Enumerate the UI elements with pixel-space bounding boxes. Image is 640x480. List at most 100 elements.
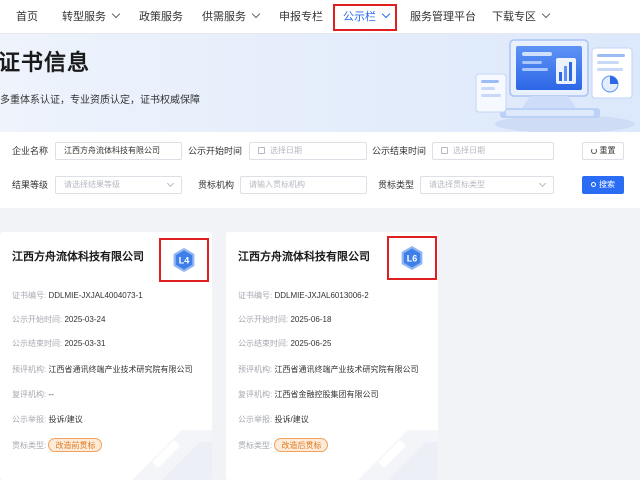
level-placeholder: 请选择结果等级 <box>64 180 120 189</box>
cert-no-label: 证书编号: <box>238 291 273 300</box>
nav-item-label: 转型服务 <box>62 11 106 23</box>
eval-row: 预评机构: 江西省通讯终端产业技术研究院有限公司 <box>12 364 192 375</box>
org-label: 贯标机构 <box>197 180 234 190</box>
calendar-icon <box>441 147 448 154</box>
start-row: 公示开始时间: 2025-03-24 <box>12 314 105 325</box>
search-button[interactable]: 搜索 <box>582 176 624 194</box>
reset-button[interactable]: 重置 <box>582 142 624 160</box>
end-value: 2025-06-25 <box>290 339 332 348</box>
nav-highlight-box <box>333 4 397 31</box>
start-value: 2025-03-24 <box>64 315 106 324</box>
level-badge-icon: L6 <box>401 246 423 270</box>
type-label: 贯标类型: <box>12 441 47 450</box>
end-row: 公示结束时间: 2025-06-25 <box>238 338 331 349</box>
nav-item-label: 服务管理平台 <box>410 11 476 23</box>
report-row: 公示举报: 投诉/建议 <box>12 414 83 425</box>
level-select[interactable]: 请选择结果等级 <box>55 176 182 194</box>
report-row: 公示举报: 投诉/建议 <box>238 414 309 425</box>
start-date-input[interactable]: 选择日期 <box>249 142 367 160</box>
reset-label: 重置 <box>599 146 616 155</box>
cert-no-label: 证书编号: <box>12 291 47 300</box>
end-date-label: 公示结束时间 <box>371 146 426 156</box>
chevron-down-icon <box>251 9 261 19</box>
search-icon <box>591 182 596 187</box>
type-label: 贯标类型: <box>238 441 273 450</box>
end-date-input[interactable]: 选择日期 <box>432 142 554 160</box>
nav-item-service-platform[interactable]: 服务管理平台 <box>410 0 476 34</box>
report-link[interactable]: 投诉/建议 <box>274 415 308 424</box>
type-placeholder: 请选择贯标类型 <box>429 180 485 189</box>
eval-label: 预评机构: <box>238 365 273 374</box>
search-label: 搜索 <box>599 180 615 189</box>
top-nav: 首页 转型服务 政策服务 供需服务 申报专栏 公示栏 服务管理平台 下载专区 <box>0 0 640 34</box>
certificate-card[interactable]: 江西方舟流体科技有限公司 L6 证书编号: DDLMIE-JXJAL601300… <box>226 232 438 480</box>
end-value: 2025-03-31 <box>64 339 106 348</box>
nav-item-home[interactable]: 首页 <box>16 0 38 34</box>
calendar-icon <box>258 147 265 154</box>
nav-item-transformation[interactable]: 转型服务 <box>62 0 121 34</box>
nav-item-downloads[interactable]: 下载专区 <box>492 0 551 34</box>
type-row: 贯标类型: 改造前贯标 <box>12 438 103 452</box>
nav-item-label: 首页 <box>16 11 38 23</box>
nav-item-label: 政策服务 <box>139 11 183 23</box>
badge-highlight-box: L6 <box>387 236 437 280</box>
start-date-placeholder: 选择日期 <box>270 146 302 155</box>
company-label: 企业名称 <box>11 146 48 156</box>
card-company-name: 江西方舟流体科技有限公司 <box>238 251 370 263</box>
company-input[interactable]: 江西方舟流体科技有限公司 <box>55 142 182 160</box>
review-row: 复评机构: -- <box>12 389 54 400</box>
nav-item-declaration[interactable]: 申报专栏 <box>279 0 323 34</box>
org-input[interactable]: 请输入贯标机构 <box>240 176 367 194</box>
start-label: 公示开始时间: <box>238 315 289 324</box>
nav-item-label: 供需服务 <box>202 11 246 23</box>
end-label: 公示结束时间: <box>238 339 289 348</box>
refresh-icon <box>590 148 597 154</box>
cert-no-row: 证书编号: DDLMIE-JXJAL6013006-2 <box>238 290 369 301</box>
type-tag: 改造前贯标 <box>48 438 103 452</box>
start-label: 公示开始时间: <box>12 315 63 324</box>
card-company-name: 江西方舟流体科技有限公司 <box>12 251 144 263</box>
end-row: 公示结束时间: 2025-03-31 <box>12 338 105 349</box>
hero-banner: 证书信息 多重体系认证，专业资质认定，证书权威保障 <box>0 34 640 132</box>
start-row: 公示开始时间: 2025-06-18 <box>238 314 331 325</box>
level-badge-icon: L4 <box>173 248 195 272</box>
eval-value: 江西省通讯终端产业技术研究院有限公司 <box>48 365 193 374</box>
chevron-down-icon <box>538 179 547 188</box>
type-select[interactable]: 请选择贯标类型 <box>420 176 554 194</box>
nav-item-label: 申报专栏 <box>279 11 323 23</box>
eval-value: 江西省通讯终端产业技术研究院有限公司 <box>274 365 419 374</box>
filter-panel: 企业名称 江西方舟流体科技有限公司 公示开始时间 选择日期 公示结束时间 选择日… <box>0 132 640 208</box>
cert-no-row: 证书编号: DDLMIE-JXJAL4004073-1 <box>12 290 143 301</box>
cert-no-value: DDLMIE-JXJAL6013006-2 <box>274 291 369 300</box>
nav-item-label: 下载专区 <box>492 11 536 23</box>
card-decoration-icon <box>358 430 438 480</box>
start-value: 2025-06-18 <box>290 315 332 324</box>
chevron-down-icon <box>541 9 551 19</box>
eval-label: 预评机构: <box>12 365 47 374</box>
cert-no-value: DDLMIE-JXJAL4004073-1 <box>48 291 143 300</box>
page-title: 证书信息 <box>0 50 91 75</box>
certificate-card[interactable]: 江西方舟流体科技有限公司 L4 证书编号: DDLMIE-JXJAL400407… <box>0 232 212 480</box>
computer-illustration-icon <box>475 39 635 132</box>
chevron-down-icon <box>111 9 121 19</box>
level-badge-text: L6 <box>407 254 418 264</box>
level-label: 结果等级 <box>11 180 48 190</box>
level-badge-text: L4 <box>179 256 190 266</box>
type-tag: 改造后贯标 <box>274 438 329 452</box>
chevron-down-icon <box>166 179 175 188</box>
type-row: 贯标类型: 改造后贯标 <box>238 438 329 452</box>
card-decoration-icon <box>132 430 212 480</box>
report-label: 公示举报: <box>238 415 273 424</box>
end-date-placeholder: 选择日期 <box>453 146 485 155</box>
review-label: 复评机构: <box>12 390 47 399</box>
nav-item-supply-demand[interactable]: 供需服务 <box>202 0 261 34</box>
badge-highlight-box: L4 <box>159 238 209 282</box>
page-subtitle: 多重体系认证，专业资质认定，证书权威保障 <box>0 95 200 106</box>
type-label: 贯标类型 <box>377 180 414 190</box>
end-label: 公示结束时间: <box>12 339 63 348</box>
review-label: 复评机构: <box>238 390 273 399</box>
nav-item-policy[interactable]: 政策服务 <box>139 0 183 34</box>
review-value: -- <box>48 390 54 399</box>
eval-row: 预评机构: 江西省通讯终端产业技术研究院有限公司 <box>238 364 418 375</box>
report-link[interactable]: 投诉/建议 <box>48 415 82 424</box>
